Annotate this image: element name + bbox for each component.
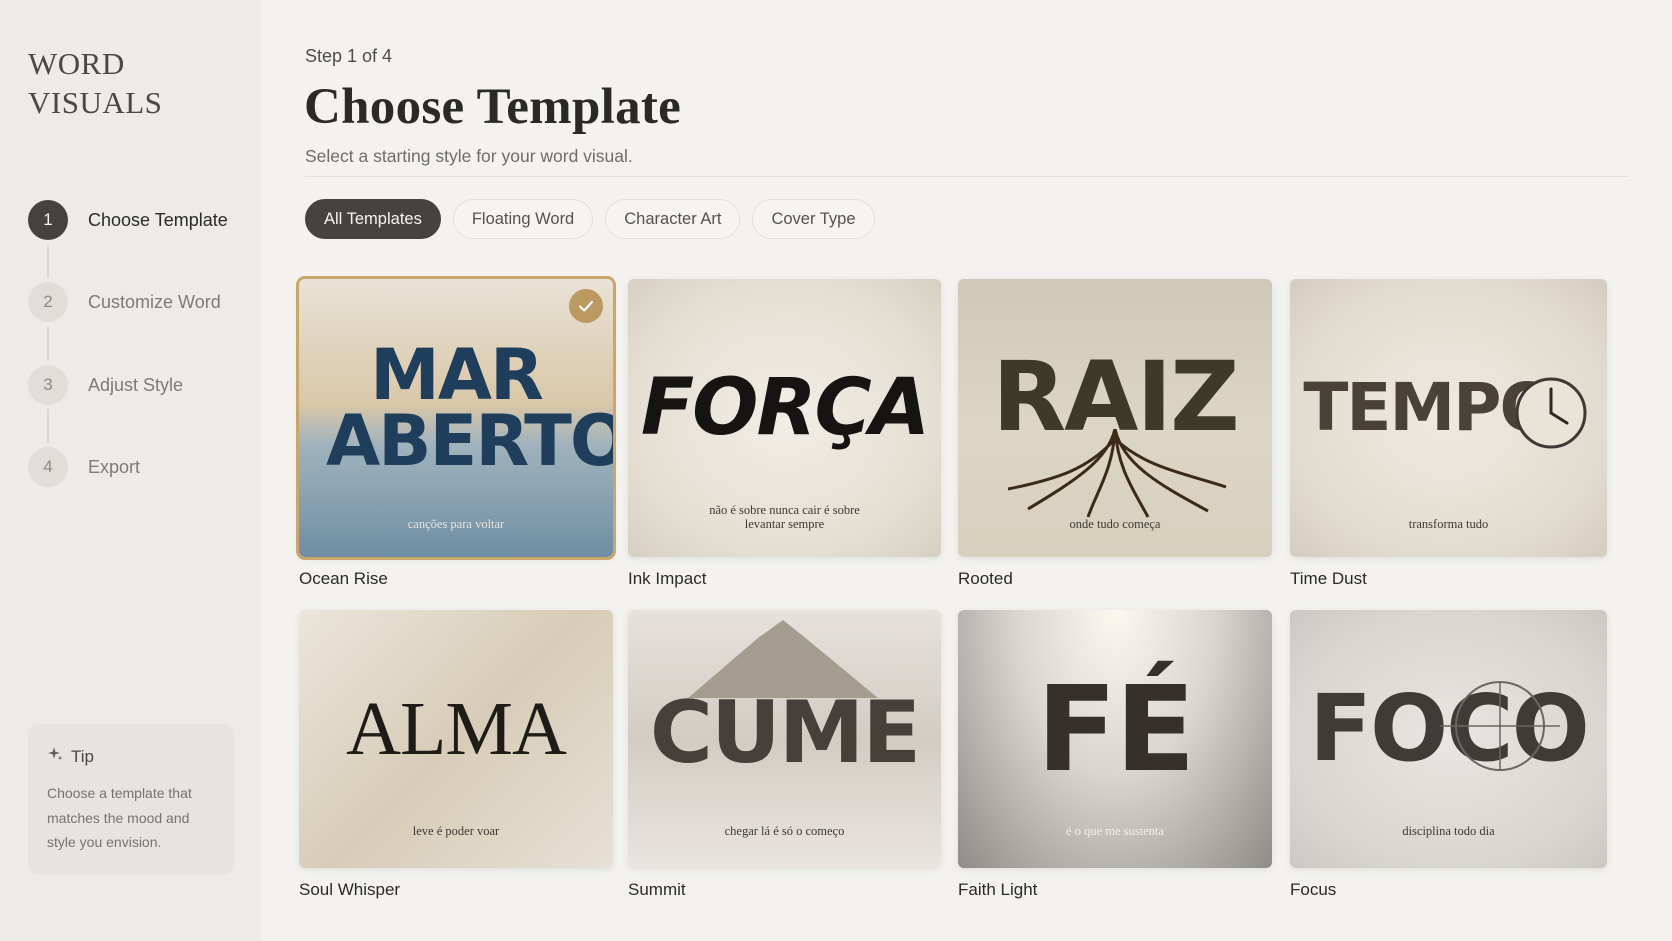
step-label: Adjust Style <box>88 374 184 395</box>
page-subtitle: Select a starting style for your word vi… <box>305 146 633 166</box>
template-name: Focus <box>1290 880 1337 899</box>
template-card-soul-whisper[interactable]: ALMA leve é poder voar Soul Whisper <box>299 610 613 900</box>
roots-illustration <box>1007 429 1227 518</box>
template-thumbnail: CUME chegar lá é só o começo <box>628 610 941 868</box>
step-number: 3 <box>28 365 68 405</box>
tip-box: Tip Choose a template that matches the m… <box>28 724 234 874</box>
template-word: FORÇA <box>640 362 930 453</box>
template-word: ALMA <box>346 686 567 771</box>
step-indicator: Step 1 of 4 <box>305 46 393 66</box>
step-export[interactable]: 4 Export <box>28 447 248 487</box>
brand-logo[interactable]: WORD VISUALS <box>28 44 228 122</box>
filter-tabs: All Templates Floating Word Character Ar… <box>305 199 875 239</box>
template-name: Faith Light <box>958 880 1038 899</box>
header-divider <box>305 176 1629 177</box>
selected-check-icon <box>569 289 603 323</box>
template-word: MAR ABERTO <box>326 333 613 482</box>
step-choose-template[interactable]: 1 Choose Template <box>28 200 248 240</box>
template-card-faith-light[interactable]: FÉ é o que me sustenta Faith Light <box>958 610 1272 900</box>
page-title: Choose Template <box>304 79 682 135</box>
brand-line-2: VISUALS <box>28 85 163 120</box>
step-number: 4 <box>28 447 68 487</box>
step-label: Customize Word <box>88 291 221 312</box>
template-tagline: não é sobre nunca cair é sobre levantar … <box>709 503 860 531</box>
step-adjust-style[interactable]: 3 Adjust Style <box>28 365 248 405</box>
sparkle-icon <box>47 746 63 767</box>
tip-text: Choose a template that matches the mood … <box>47 785 192 850</box>
step-number: 1 <box>28 200 68 240</box>
brand-line-1: WORD <box>28 46 125 81</box>
mountain-illustration <box>688 620 878 698</box>
template-card-summit[interactable]: CUME chegar lá é só o começo Summit <box>628 610 941 900</box>
filter-floating-word[interactable]: Floating Word <box>452 199 594 239</box>
tip-title: Tip <box>71 746 94 766</box>
clock-icon <box>1515 377 1587 449</box>
template-card-ocean-rise[interactable]: MAR ABERTO canções para voltar Ocean Ris… <box>296 276 616 589</box>
template-card-time-dust[interactable]: TEMPO transforma tudo Time Dust <box>1290 279 1607 589</box>
tip-header: Tip <box>47 746 215 767</box>
step-label: Choose Template <box>88 209 228 230</box>
step-number: 2 <box>28 282 68 322</box>
filter-all-templates[interactable]: All Templates <box>305 199 441 239</box>
step-customize-word[interactable]: 2 Customize Word <box>28 282 248 322</box>
template-tagline: canções para voltar <box>407 517 505 531</box>
template-tagline: disciplina todo dia <box>1402 824 1495 838</box>
filter-cover-type[interactable]: Cover Type <box>752 199 875 239</box>
template-thumbnail: FOCO disciplina todo dia <box>1290 610 1607 868</box>
template-thumbnail: MAR ABERTO canções para voltar <box>296 276 616 560</box>
template-thumbnail: FÉ é o que me sustenta <box>958 610 1272 868</box>
template-word: FÉ <box>1036 659 1195 798</box>
template-name: Rooted <box>958 569 1013 588</box>
template-name: Ink Impact <box>628 569 707 588</box>
template-tagline: leve é poder voar <box>412 824 500 838</box>
step-connector <box>47 244 49 278</box>
template-name: Soul Whisper <box>299 880 401 899</box>
template-name: Time Dust <box>1290 569 1367 588</box>
template-name: Summit <box>628 880 686 899</box>
step-connector <box>47 409 49 443</box>
template-thumbnail: ALMA leve é poder voar <box>299 610 613 868</box>
template-thumbnail: RAIZ onde tudo começa <box>958 279 1272 557</box>
template-card-ink-impact[interactable]: FORÇA não é sobre nunca cair é sobre lev… <box>628 279 941 589</box>
template-thumbnail: TEMPO transforma tudo <box>1290 279 1607 557</box>
template-card-focus[interactable]: FOCO disciplina todo dia Focus <box>1290 610 1607 900</box>
template-card-rooted[interactable]: RAIZ onde tudo começa Rooted <box>958 279 1272 589</box>
template-thumbnail: FORÇA não é sobre nunca cair é sobre lev… <box>628 279 941 557</box>
template-tagline: chegar lá é só o começo <box>724 824 845 838</box>
template-tagline: transforma tudo <box>1408 517 1489 531</box>
step-connector <box>47 326 49 360</box>
filter-character-art[interactable]: Character Art <box>605 199 741 239</box>
template-tagline: é o que me sustenta <box>1066 824 1164 838</box>
template-name: Ocean Rise <box>299 569 388 588</box>
step-label: Export <box>88 456 141 477</box>
template-tagline: onde tudo começa <box>1069 517 1161 531</box>
template-word: CUME <box>649 683 921 784</box>
target-icon <box>1440 681 1560 771</box>
sidebar: WORD VISUALS 1 Choose Template 2 Customi… <box>0 0 261 941</box>
